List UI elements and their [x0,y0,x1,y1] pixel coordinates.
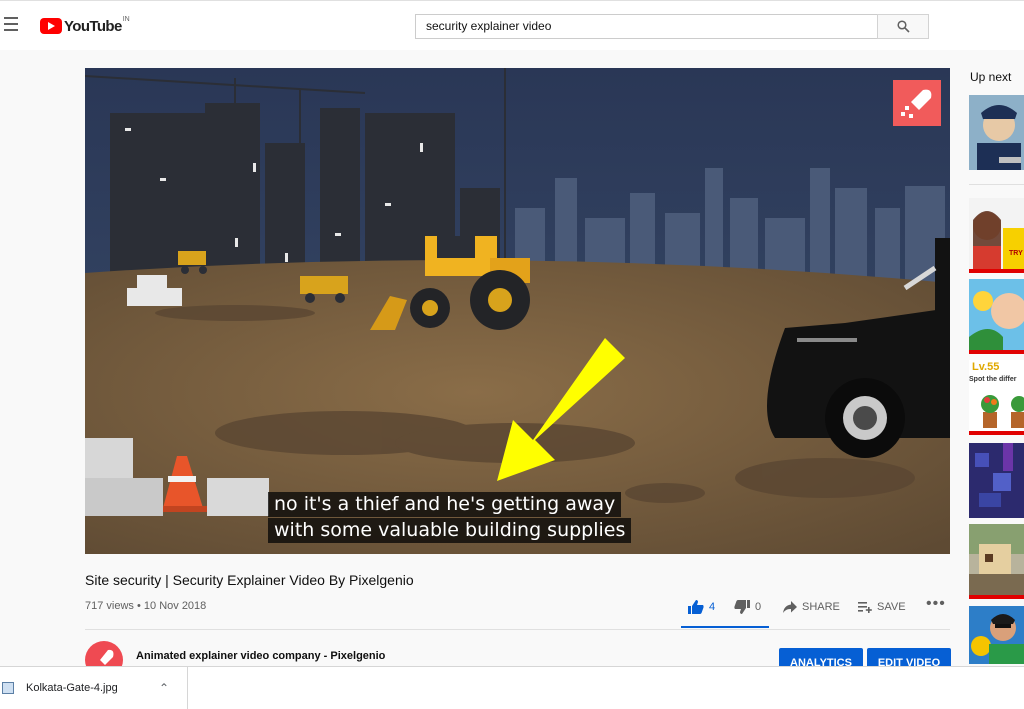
caption-line: no it's a thief and he's getting away [268,492,622,517]
view-count: 717 views [85,600,134,612]
youtube-play-icon [40,18,62,34]
download-item[interactable]: Kolkata-Gate-4.jpg ⌃ [0,667,188,709]
thumbs-down-icon [734,600,750,614]
video-frame [85,68,950,554]
hamburger-menu-icon[interactable] [4,17,20,31]
up-next-thumbnail[interactable] [969,279,1024,354]
youtube-logo[interactable]: YouTube IN [40,16,130,36]
dislike-count: 0 [755,601,762,613]
thumbnail-text: Lv.55 [972,361,1000,373]
divider [85,629,950,630]
up-next-heading: Up next [970,70,1012,84]
video-title: Site security | Security Explainer Video… [85,572,414,588]
video-actions: 4 0 SHARE SAVE ••• [680,593,950,628]
download-file-name: Kolkata-Gate-4.jpg [26,682,118,694]
meta-separator: • [136,600,144,612]
image-file-icon [2,682,14,694]
channel-watermark-icon[interactable] [893,80,941,126]
like-button[interactable]: 4 [688,596,715,618]
up-next-thumbnail[interactable] [969,606,1024,664]
closed-captions: no it's a thief and he's getting away wi… [268,492,632,543]
search-button[interactable] [877,14,929,39]
download-bar: Kolkata-Gate-4.jpg ⌃ [0,666,1024,709]
save-label: SAVE [877,601,906,613]
search-input[interactable]: security explainer video [415,14,878,39]
share-icon [783,601,797,613]
sentiment-bar [681,626,769,628]
chevron-up-icon[interactable]: ⌃ [159,681,169,695]
thumbnail-text: TRY [1009,250,1023,257]
logo-text: YouTube [64,17,122,35]
more-actions-icon[interactable]: ••• [926,593,946,615]
up-next-thumbnail[interactable] [969,443,1024,518]
playlist-add-icon [858,602,872,613]
up-next-thumbnail[interactable] [969,95,1024,170]
masthead: YouTube IN security explainer video [0,0,1024,50]
share-label: SHARE [802,601,840,613]
up-next-thumbnail[interactable]: TRY [969,198,1024,273]
video-meta: 717 views • 10 Nov 2018 [85,600,206,612]
up-next-thumbnail[interactable] [969,524,1024,599]
dislike-button[interactable]: 0 [734,596,761,618]
country-code: IN [122,16,130,23]
save-button[interactable]: SAVE [858,596,906,618]
up-next-thumbnail[interactable]: Lv.55 Spot the differ [969,360,1024,435]
channel-name[interactable]: Animated explainer video company - Pixel… [136,650,385,662]
search-icon [897,20,910,33]
caption-line: with some valuable building supplies [268,518,632,543]
upload-date: 10 Nov 2018 [143,600,207,612]
like-count: 4 [709,601,716,613]
share-button[interactable]: SHARE [783,596,840,618]
video-player[interactable]: no it's a thief and he's getting away wi… [85,68,950,554]
thumbs-up-icon [688,600,704,614]
thumbnail-text: Spot the differ [969,376,1017,383]
divider [969,184,1024,185]
